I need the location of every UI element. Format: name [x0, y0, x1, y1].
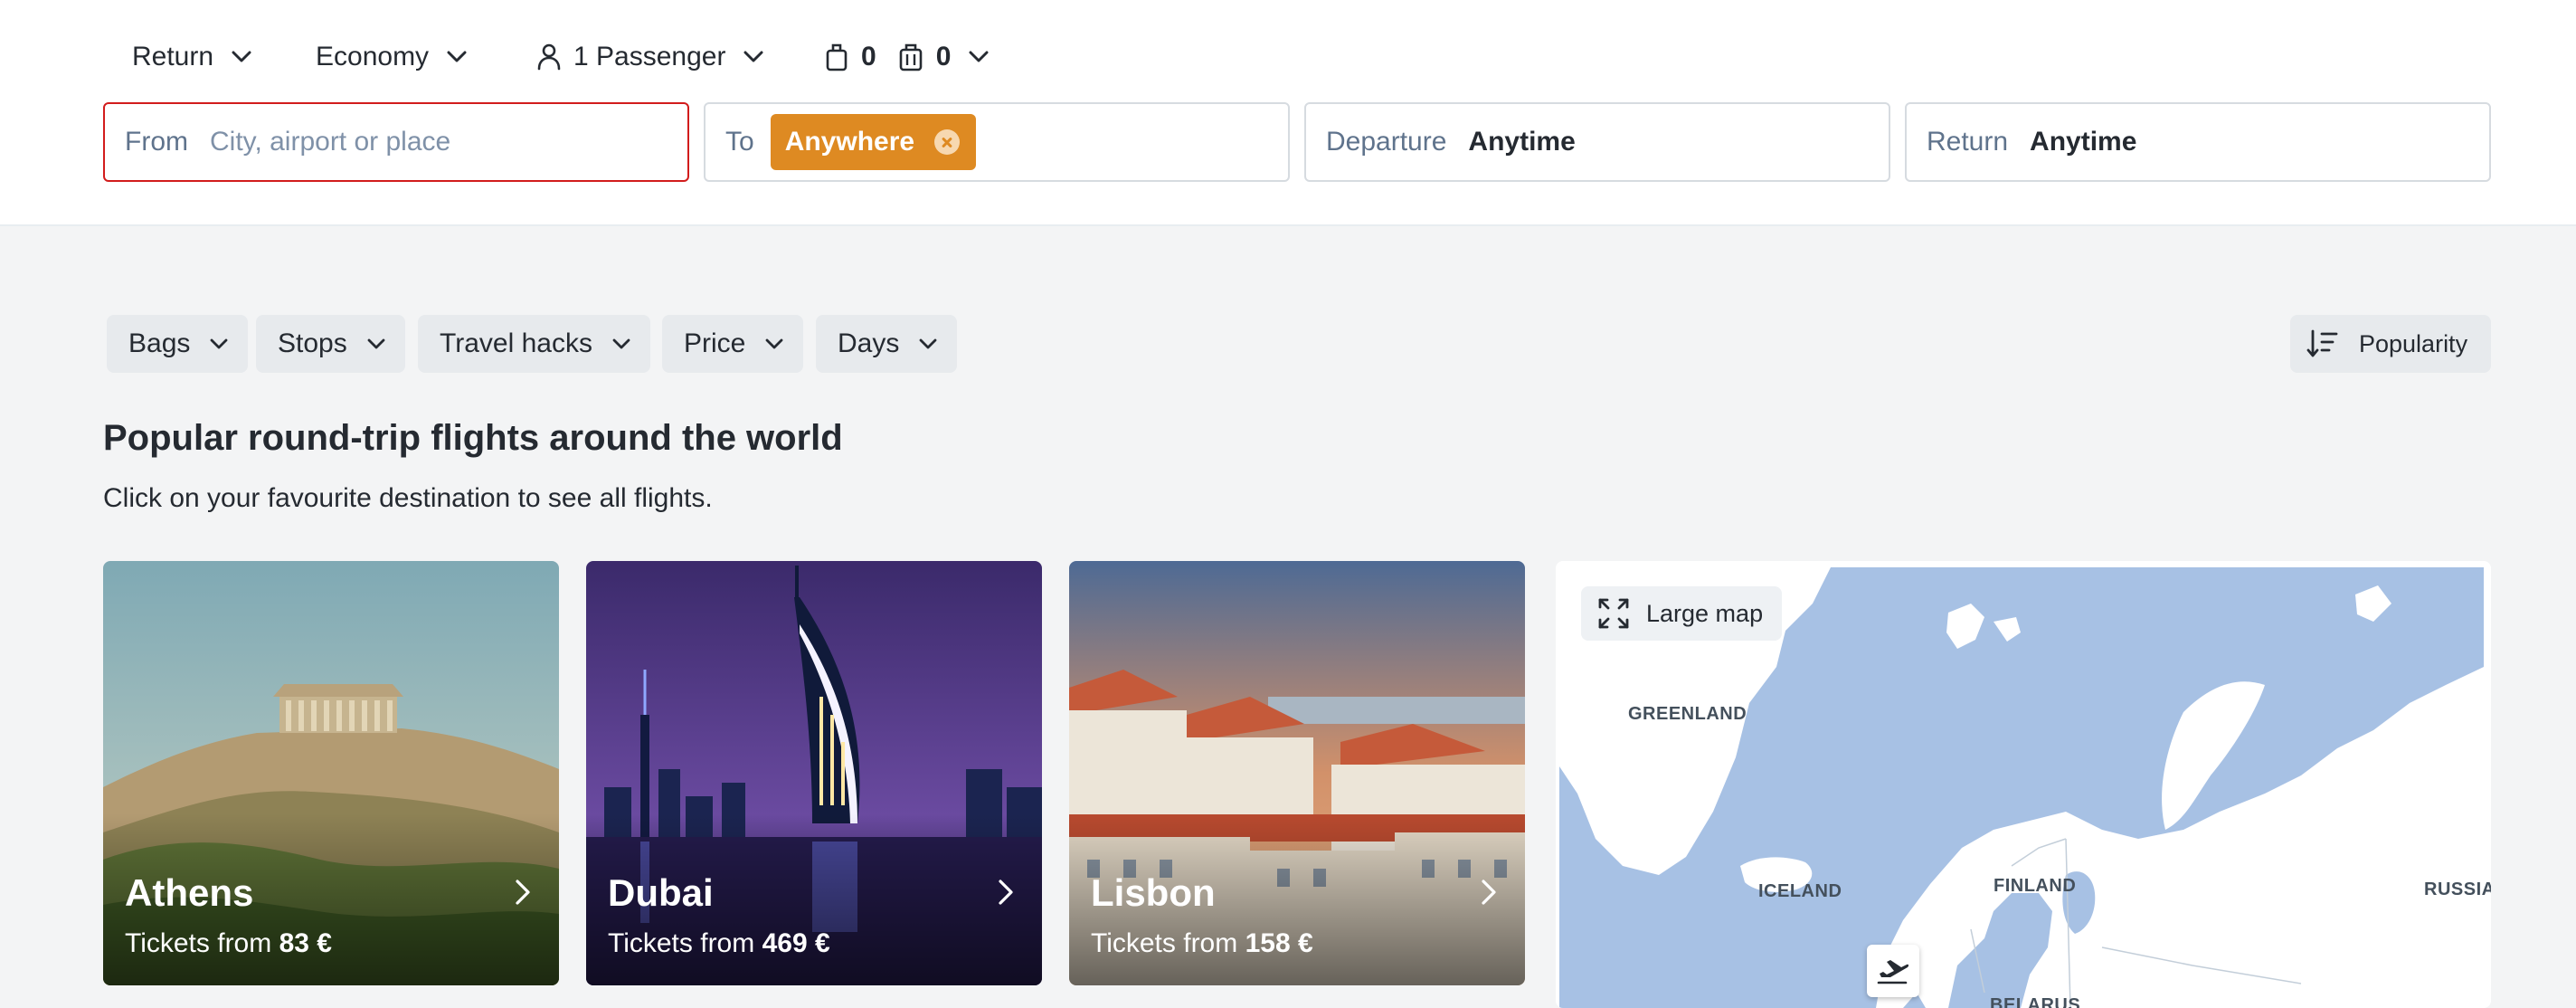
chevron-down-icon	[969, 51, 989, 62]
person-icon	[537, 43, 561, 71]
price-prefix: Tickets from	[608, 928, 755, 958]
filter-bags[interactable]: Bags	[107, 315, 249, 373]
price-value: 158 €	[1245, 928, 1313, 958]
trip-type-label: Return	[132, 42, 214, 71]
return-field[interactable]: Return Anytime	[1905, 102, 2491, 182]
cabin-class-select[interactable]: Economy	[316, 34, 467, 80]
return-label: Return	[1927, 127, 2009, 157]
card-price: Tickets from 83 €	[125, 928, 332, 959]
card-city: Lisbon	[1091, 871, 1216, 914]
trip-type-select[interactable]: Return	[132, 34, 251, 80]
cabin-class-label: Economy	[316, 42, 430, 71]
destination-card-dubai[interactable]: Dubai Tickets from 469 €	[586, 561, 1042, 985]
return-value: Anytime	[2030, 127, 2137, 157]
origin-airport-pin[interactable]	[1867, 945, 1919, 997]
card-city: Dubai	[608, 871, 714, 914]
passengers-label: 1 Passenger	[573, 42, 726, 71]
large-map-label: Large map	[1646, 599, 1764, 627]
checked-bag-icon	[899, 43, 922, 71]
chevron-right-icon	[1482, 880, 1496, 905]
chevron-down-icon	[765, 338, 783, 349]
cabin-bag-count: 0	[861, 42, 876, 71]
card-price: Tickets from 158 €	[1091, 928, 1313, 959]
plane-departure-icon	[1877, 960, 1909, 984]
sort-label: Popularity	[2359, 329, 2468, 357]
to-field[interactable]: To Anywhere	[704, 102, 1290, 182]
chevron-down-icon	[743, 51, 763, 62]
chevron-down-icon	[210, 338, 228, 349]
destination-chip-label: Anywhere	[784, 127, 915, 157]
destination-card-athens[interactable]: Athens Tickets from 83 €	[103, 561, 559, 985]
map-label-iceland: ICELAND	[1758, 881, 1842, 901]
filter-stops-label: Stops	[278, 328, 347, 358]
price-value: 83 €	[279, 928, 332, 958]
to-label: To	[725, 127, 754, 157]
chevron-down-icon	[612, 338, 630, 349]
chevron-down-icon	[367, 338, 385, 349]
expand-icon	[1598, 598, 1629, 629]
filter-bags-label: Bags	[128, 328, 191, 358]
large-map-button[interactable]: Large map	[1581, 586, 1782, 641]
remove-chip-icon[interactable]	[934, 129, 961, 155]
card-price: Tickets from 469 €	[608, 928, 830, 959]
section-title: Popular round-trip flights around the wo…	[103, 418, 843, 458]
map-label-greenland: GREENLAND	[1628, 704, 1747, 724]
price-prefix: Tickets from	[125, 928, 272, 958]
passengers-select[interactable]: 1 Passenger	[537, 34, 763, 80]
from-field[interactable]: From City, airport or place	[103, 102, 689, 182]
departure-value: Anytime	[1468, 127, 1576, 157]
destination-chip[interactable]: Anywhere	[770, 114, 977, 170]
chevron-down-icon	[919, 338, 937, 349]
map-label-russia: RUSSIA	[2424, 880, 2491, 899]
destination-card-lisbon[interactable]: Lisbon Tickets from 158 €	[1069, 561, 1525, 985]
filter-travel-hacks[interactable]: Travel hacks	[418, 315, 650, 373]
filter-price-label: Price	[684, 328, 746, 358]
filter-travel-hacks-label: Travel hacks	[440, 328, 592, 358]
departure-label: Departure	[1326, 127, 1447, 157]
section-subtitle: Click on your favourite destination to s…	[103, 483, 713, 513]
price-value: 469 €	[762, 928, 830, 958]
card-city: Athens	[125, 871, 254, 914]
map-label-finland: FINLAND	[1994, 876, 2077, 896]
bags-select[interactable]: 0 0	[825, 34, 989, 80]
price-prefix: Tickets from	[1091, 928, 1238, 958]
departure-field[interactable]: Departure Anytime	[1304, 102, 1890, 182]
cabin-bag-icon	[826, 43, 848, 71]
sort-button[interactable]: Popularity	[2290, 315, 2491, 373]
search-panel: Return Economy 1 Passenger 0 0 From City…	[0, 0, 2576, 226]
chevron-right-icon	[516, 880, 530, 905]
from-label: From	[125, 127, 188, 157]
chevron-down-icon	[232, 51, 251, 62]
filter-days-label: Days	[838, 328, 900, 358]
map-label-belarus: BELARUS	[1990, 995, 2081, 1008]
filter-days[interactable]: Days	[816, 315, 958, 373]
sort-icon	[2306, 329, 2338, 357]
from-placeholder: City, airport or place	[210, 127, 451, 157]
chevron-down-icon	[447, 51, 467, 62]
chevron-right-icon	[999, 880, 1013, 905]
map-panel[interactable]: Large map GREENLAND ICELAND FINLAND RUSS…	[1556, 561, 2491, 1008]
checked-bag-count: 0	[935, 42, 952, 71]
filter-stops[interactable]: Stops	[256, 315, 405, 373]
filter-price[interactable]: Price	[662, 315, 804, 373]
